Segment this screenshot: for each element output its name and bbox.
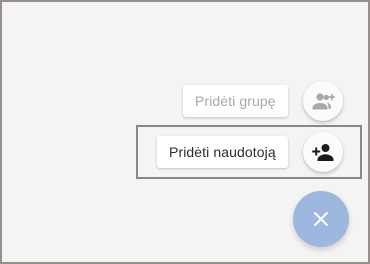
speed-dial-close-button[interactable]: [293, 191, 349, 247]
speed-dial-panel: Pridėti grupę Pridėti naudotoją: [0, 0, 370, 264]
close-icon: [314, 212, 328, 226]
add-group-label[interactable]: Pridėti grupę: [183, 85, 288, 117]
add-group-button[interactable]: [303, 81, 343, 121]
group-add-icon: [312, 93, 335, 110]
add-user-label[interactable]: Pridėti naudotoją: [157, 136, 288, 168]
add-user-button[interactable]: [303, 132, 343, 172]
person-add-icon: [312, 144, 334, 161]
